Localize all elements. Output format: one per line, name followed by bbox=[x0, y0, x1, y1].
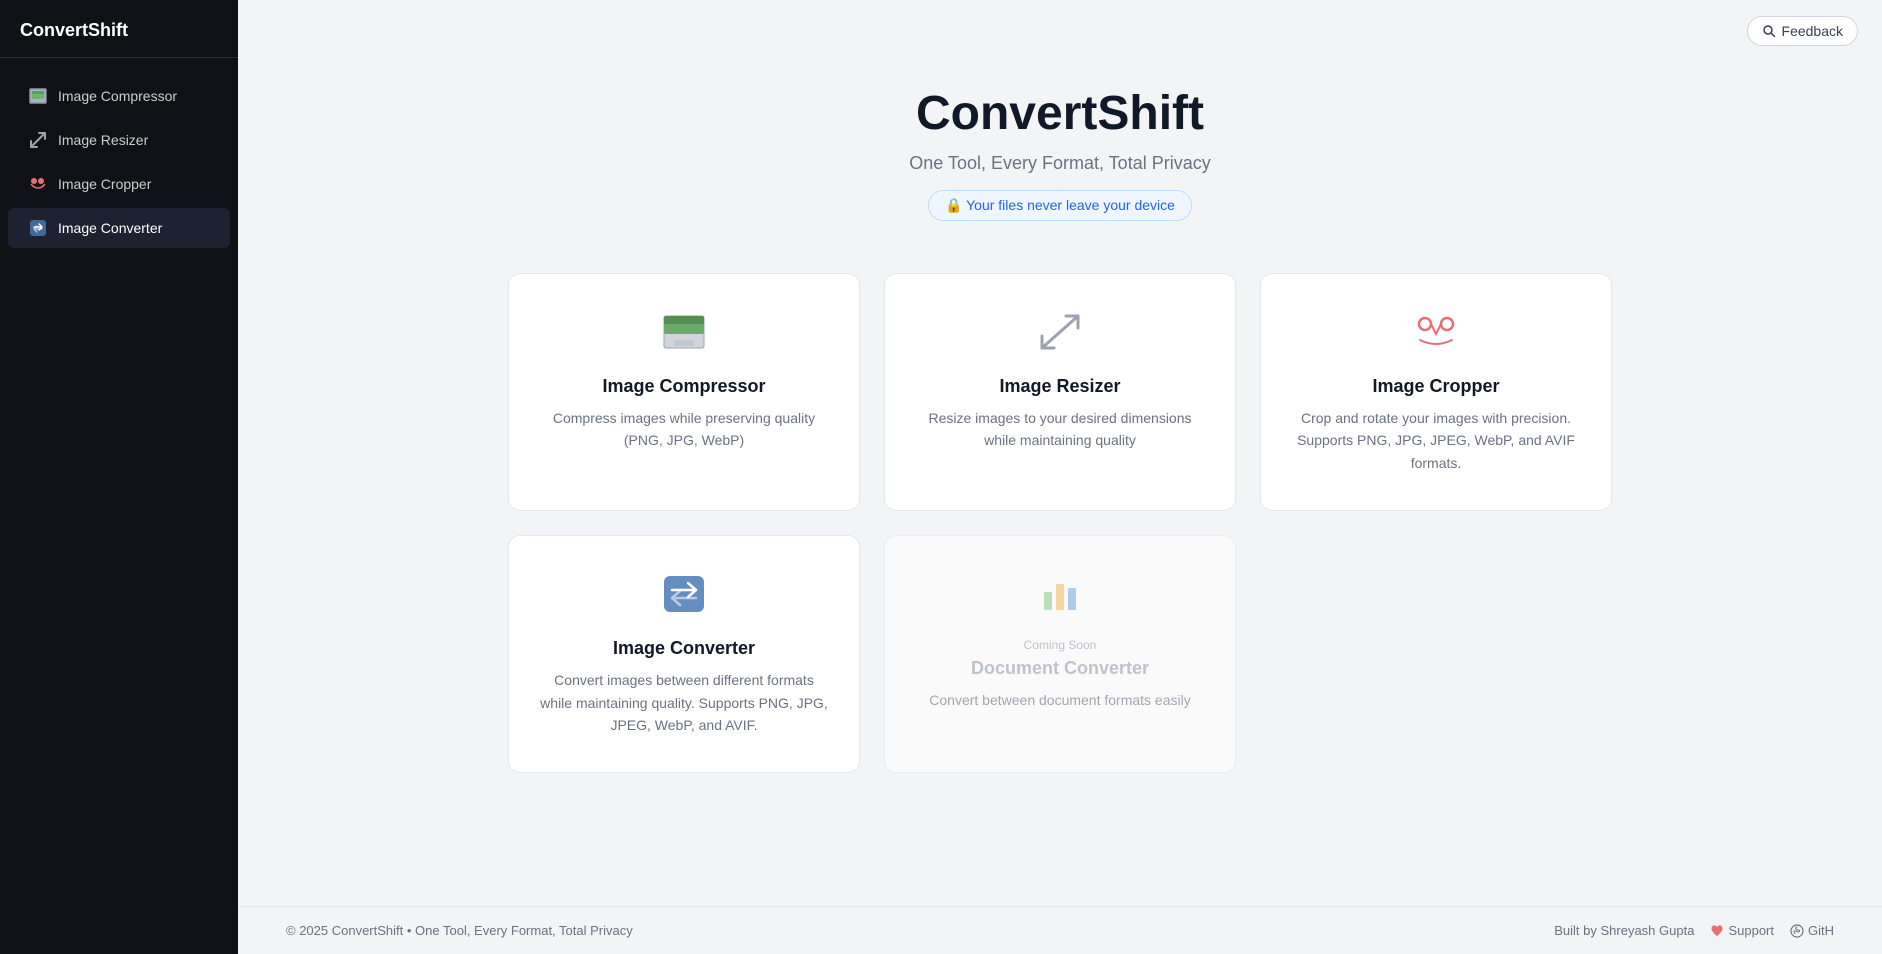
card-title-doc: Document Converter bbox=[971, 658, 1149, 679]
top-bar: Feedback bbox=[238, 0, 1882, 46]
footer-built-by: Built by Shreyash Gupta bbox=[1554, 923, 1694, 938]
card-title-cropper: Image Cropper bbox=[1372, 376, 1499, 397]
card-title-compressor: Image Compressor bbox=[602, 376, 765, 397]
sidebar-item-image-cropper[interactable]: Image Cropper bbox=[8, 164, 230, 204]
github-icon bbox=[1790, 924, 1804, 938]
sidebar-logo: ConvertShift bbox=[0, 20, 238, 58]
card-desc-compressor: Compress images while preserving quality… bbox=[537, 407, 831, 452]
sidebar-item-image-compressor[interactable]: Image Compressor bbox=[8, 76, 230, 116]
sidebar-item-label-converter: Image Converter bbox=[58, 220, 162, 236]
resize-icon bbox=[28, 130, 48, 150]
convert-icon bbox=[28, 218, 48, 238]
card-desc-converter: Convert images between different formats… bbox=[537, 669, 831, 736]
hero-subtitle: One Tool, Every Format, Total Privacy bbox=[258, 153, 1862, 174]
card-image-resizer[interactable]: Image Resizer Resize images to your desi… bbox=[884, 273, 1236, 511]
sidebar-item-image-resizer[interactable]: Image Resizer bbox=[8, 120, 230, 160]
footer-support-label: Support bbox=[1728, 923, 1774, 938]
feedback-label: Feedback bbox=[1782, 23, 1843, 39]
sidebar-item-label-compressor: Image Compressor bbox=[58, 88, 177, 104]
heart-icon bbox=[1710, 924, 1724, 938]
compress-icon bbox=[28, 86, 48, 106]
card-title-resizer: Image Resizer bbox=[999, 376, 1120, 397]
privacy-badge[interactable]: 🔒 Your files never leave your device bbox=[928, 190, 1192, 221]
card-title-converter: Image Converter bbox=[613, 638, 755, 659]
card-coming-soon-doc: Coming Soon bbox=[1024, 638, 1097, 652]
sidebar-item-label-cropper: Image Cropper bbox=[58, 176, 151, 192]
card-icon-resizer bbox=[1036, 310, 1084, 360]
search-feedback-icon bbox=[1762, 24, 1776, 38]
card-desc-cropper: Crop and rotate your images with precisi… bbox=[1289, 407, 1583, 474]
card-image-compressor[interactable]: Image Compressor Compress images while p… bbox=[508, 273, 860, 511]
footer-right: Built by Shreyash Gupta Support GitH bbox=[1554, 923, 1834, 938]
footer-github-link[interactable]: GitH bbox=[1790, 923, 1834, 938]
footer-github-label: GitH bbox=[1808, 923, 1834, 938]
sidebar: ConvertShift Image Compressor Image Resi… bbox=[0, 0, 238, 954]
card-icon-doc bbox=[1036, 572, 1084, 622]
card-image-cropper[interactable]: Image Cropper Crop and rotate your image… bbox=[1260, 273, 1612, 511]
footer-support-link[interactable]: Support bbox=[1710, 923, 1774, 938]
card-document-converter: Coming Soon Document Converter Convert b… bbox=[884, 535, 1236, 773]
sidebar-item-image-converter[interactable]: Image Converter bbox=[8, 208, 230, 248]
card-icon-cropper bbox=[1412, 310, 1460, 360]
card-icon-compressor bbox=[660, 310, 708, 360]
sidebar-item-label-resizer: Image Resizer bbox=[58, 132, 148, 148]
card-desc-doc: Convert between document formats easily bbox=[929, 689, 1190, 711]
card-desc-resizer: Resize images to your desired dimensions… bbox=[913, 407, 1207, 452]
footer-copyright: © 2025 ConvertShift • One Tool, Every Fo… bbox=[286, 923, 633, 938]
card-icon-converter bbox=[660, 572, 708, 622]
hero-section: ConvertShift One Tool, Every Format, Tot… bbox=[238, 46, 1882, 241]
feedback-button[interactable]: Feedback bbox=[1747, 16, 1858, 46]
footer: © 2025 ConvertShift • One Tool, Every Fo… bbox=[238, 906, 1882, 954]
card-image-converter[interactable]: Image Converter Convert images between d… bbox=[508, 535, 860, 773]
crop-icon bbox=[28, 174, 48, 194]
cards-grid: Image Compressor Compress images while p… bbox=[460, 241, 1660, 805]
main-content: Feedback ConvertShift One Tool, Every Fo… bbox=[238, 0, 1882, 954]
hero-title: ConvertShift bbox=[258, 86, 1862, 141]
